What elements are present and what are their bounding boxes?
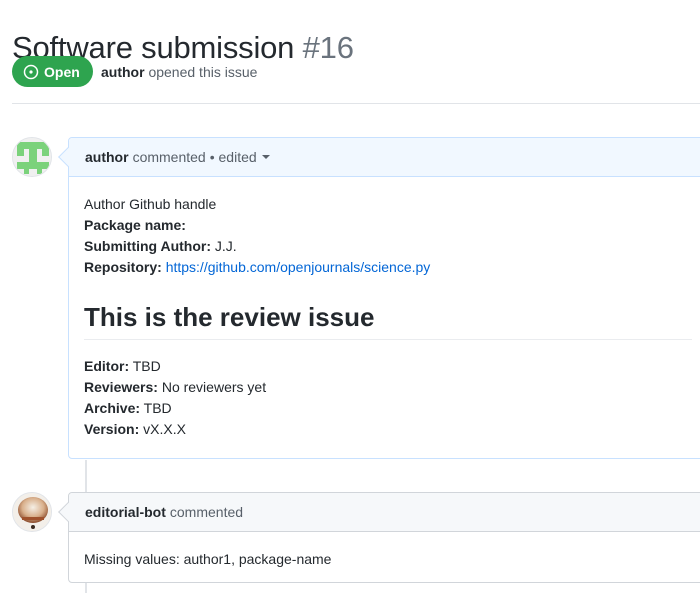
comment-header: author commented • edited [69,138,700,177]
reviewers-line: Reviewers: No reviewers yet [84,377,692,398]
package-name-line: Package name: [84,215,692,236]
issue-author-link[interactable]: author [101,64,145,80]
comment-header: editorial-bot commented [69,493,700,532]
author-avatar[interactable] [12,137,52,177]
review-issue-heading: This is the review issue [84,301,692,340]
editor-value: TBD [129,358,161,374]
version-line: Version: vX.X.X [84,419,692,440]
submitting-author-line: Submitting Author: J.J. [84,236,692,257]
repository-link[interactable]: https://github.com/openjournals/science.… [166,259,431,275]
author-handle-line: Author Github handle [84,196,217,212]
comment-author-link[interactable]: editorial-bot [85,504,166,520]
issue-opened-icon [23,64,39,79]
comment-body: Author Github handle Package name: Submi… [69,177,700,454]
comment-author-link[interactable]: author [85,149,129,165]
package-name-label: Package name: [84,217,186,233]
missing-values-text: Missing values: author1, package-name [84,551,332,567]
archive-line: Archive: TBD [84,398,692,419]
issue-meta-text: opened this issue [148,64,258,80]
header-divider [12,103,700,104]
archive-label: Archive: [84,400,141,416]
editor-label: Editor: [84,358,130,374]
version-label: Version: [84,421,140,437]
submitting-author-label: Submitting Author: [84,238,212,254]
issue-meta: author opened this issue [101,64,257,80]
editorial-bot-avatar[interactable] [12,492,52,532]
editor-line: Editor: TBD [84,356,692,377]
reviewers-label: Reviewers: [84,379,158,395]
version-value: vX.X.X [139,421,186,437]
comment-editorial-bot: editorial-bot commented Missing values: … [58,492,700,584]
open-state-badge: Open [12,56,93,87]
comment-action: commented [132,149,206,165]
identicon-icon [13,138,51,176]
repository-label: Repository: [84,259,162,275]
repository-line: Repository: https://github.com/openjourn… [84,257,692,278]
archive-value: TBD [140,400,172,416]
state-label: Open [44,63,80,80]
issue-number: #16 [302,29,354,65]
comment-action: commented [169,504,244,520]
bot-avatar-icon [13,493,51,531]
comment-author: author commented • edited Author Github … [58,137,700,459]
reviewers-value: No reviewers yet [157,379,267,395]
edited-dropdown[interactable]: • edited [210,149,257,165]
submitting-author-value: J.J. [211,238,237,254]
caret-down-icon[interactable] [261,152,271,162]
comment-body: Missing values: author1, package-name [69,532,700,584]
